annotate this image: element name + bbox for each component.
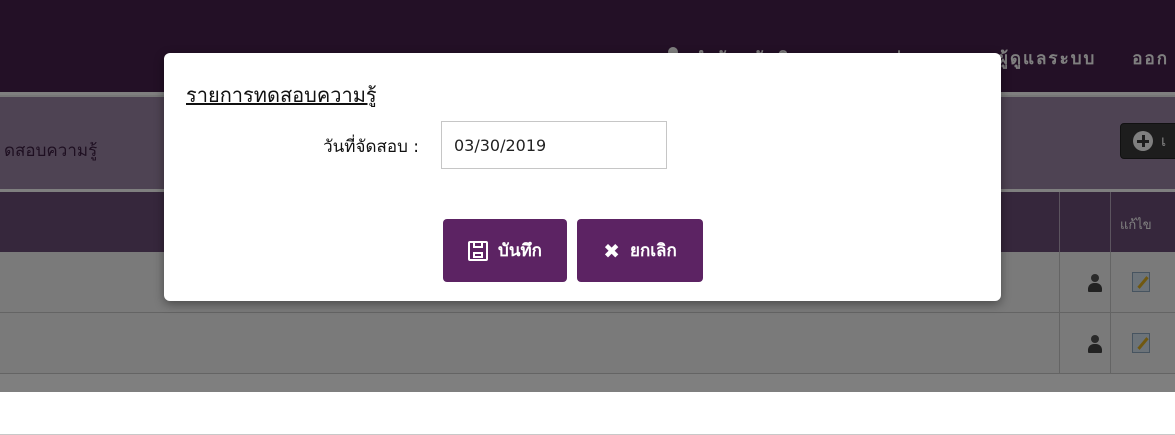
floppy-disk-icon (468, 240, 489, 261)
cancel-button[interactable]: ✖ ยกเลิก (577, 219, 703, 282)
x-icon: ✖ (603, 238, 620, 263)
dialog-title: รายการทดสอบความรู้ (186, 83, 377, 107)
test-schedule-dialog: รายการทดสอบความรู้ วันที่จัดสอบ : บันทึก… (164, 53, 1001, 301)
exam-date-input[interactable] (441, 121, 667, 169)
cancel-button-label: ยกเลิก (629, 241, 677, 261)
save-button[interactable]: บันทึก (443, 219, 567, 282)
save-button-label: บันทึก (498, 241, 542, 261)
exam-date-label: วันที่จัดสอบ : (323, 137, 419, 157)
